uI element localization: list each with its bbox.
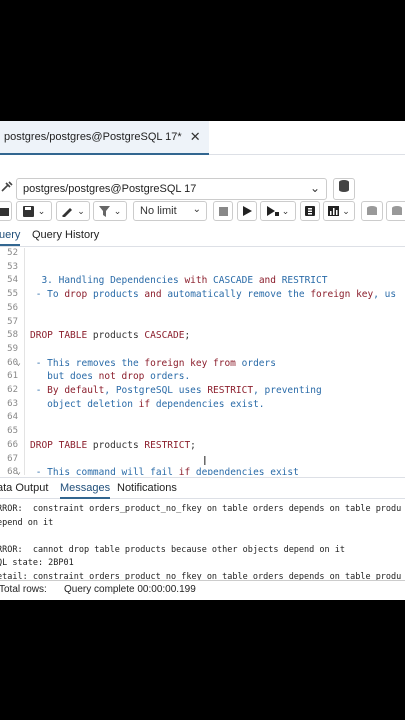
code-text: DROP TABLE products CASCADE; — [30, 330, 191, 342]
code-text: 3. Handling Dependencies with CASCADE an… — [30, 275, 328, 287]
code-text: object deletion if dependencies exist. — [30, 398, 265, 410]
rollback-icon[interactable] — [386, 201, 405, 221]
stop-icon[interactable] — [213, 201, 233, 221]
connection-bar: postgres/postgres@PostgreSQL 17 ⌄ — [0, 175, 405, 201]
code-line: 60 ⌄ - This removes the foreign key from … — [0, 358, 405, 372]
code-line: 59 — [0, 344, 405, 358]
query-toolbar: ⌄ ⌄ ⌄ No limit ⌄ ⌄ ⌄ — [0, 201, 405, 223]
filter-icon[interactable]: ⌄ — [93, 201, 127, 221]
total-rows-label: Total rows: — [0, 584, 47, 595]
code-text: - To drop products and automatically rem… — [30, 289, 397, 301]
code-text: DROP TABLE products RESTRICT; — [30, 439, 196, 451]
save-button[interactable]: ⌄ — [16, 201, 52, 221]
line-number: 67 — [7, 453, 18, 464]
query-tab-title: postgres/postgres@PostgreSQL 17* — [4, 131, 182, 143]
line-number: 56 — [7, 302, 18, 313]
line-number: 59 — [7, 343, 18, 354]
commit-icon[interactable] — [361, 201, 383, 221]
code-line: 56 — [0, 303, 405, 317]
line-number: 64 — [7, 412, 18, 423]
chart-icon[interactable]: ⌄ — [323, 201, 355, 221]
line-number: 58 — [7, 330, 18, 341]
message-line: RROR: cannot drop table products because… — [0, 544, 345, 555]
line-number: 54 — [7, 275, 18, 286]
messages-panel: RROR: constraint orders_product_no_fkey … — [0, 500, 405, 580]
code-text: - By default, PostgreSQL uses RESTRICT, … — [30, 385, 322, 396]
code-text: but does not drop orders. — [30, 371, 191, 383]
code-line: 53 — [0, 262, 405, 276]
line-number: 61 — [7, 371, 18, 382]
sql-editor[interactable]: I 52 53 54 3. Handling Dependencies with C… — [0, 248, 405, 475]
execute-icon[interactable] — [237, 201, 257, 221]
tab-query[interactable]: uery — [0, 229, 21, 246]
code-line: 54 3. Handling Dependencies with CASCADE… — [0, 275, 405, 289]
close-icon[interactable]: ✕ — [190, 129, 201, 145]
result-tabs: ata Output Messages Notifications — [0, 477, 405, 499]
database-icon[interactable] — [333, 178, 355, 200]
connection-value: postgres/postgres@PostgreSQL 17 — [23, 183, 197, 195]
fold-chevron-icon[interactable]: ⌄ — [16, 467, 21, 475]
line-number: 55 — [7, 289, 18, 300]
code-line: 67 — [0, 454, 405, 468]
code-line: 62 - By default, PostgreSQL uses RESTRIC… — [0, 385, 405, 399]
code-line: 66 DROP TABLE products RESTRICT; — [0, 440, 405, 454]
connection-icon[interactable] — [0, 179, 14, 195]
edit-icon[interactable]: ⌄ — [56, 201, 90, 221]
line-number: 52 — [7, 248, 18, 258]
line-number: 62 — [7, 385, 18, 395]
tab-query-history[interactable]: Query History — [32, 229, 99, 241]
fold-chevron-icon[interactable]: ⌄ — [16, 358, 21, 367]
explain-analyze-icon[interactable] — [300, 201, 320, 221]
code-line: 64 — [0, 412, 405, 426]
code-line: 58 DROP TABLE products CASCADE; — [0, 330, 405, 344]
code-line: 61 but does not drop orders. — [0, 371, 405, 385]
chevron-down-icon: ⌄ — [192, 204, 201, 215]
connection-select[interactable]: postgres/postgres@PostgreSQL 17 ⌄ — [16, 178, 327, 200]
message-line: epend on it — [0, 517, 54, 528]
open-file-icon[interactable] — [0, 201, 12, 221]
chevron-down-icon: ⌄ — [309, 181, 320, 195]
code-line: 63 object deletion if dependencies exist… — [0, 399, 405, 413]
code-text: - This removes the foreign key from orde… — [30, 357, 276, 369]
code-text: - This command will fail if dependencies… — [30, 467, 299, 475]
code-line: 55 - To drop products and automatically … — [0, 289, 405, 303]
limit-value: No limit — [140, 205, 177, 217]
line-number: 66 — [7, 439, 18, 450]
line-number: 57 — [7, 316, 18, 327]
query-status: Query complete 00:00:00.199 — [64, 584, 196, 595]
query-tabs: uery Query History — [0, 225, 405, 247]
query-tab[interactable]: postgres/postgres@PostgreSQL 17* ✕ — [0, 121, 209, 155]
message-line: QL state: 2BP01 — [0, 558, 74, 568]
tab-notifications[interactable]: Notifications — [117, 482, 177, 494]
status-bar: Total rows: Query complete 00:00:00.199 — [0, 580, 405, 600]
explain-icon[interactable]: ⌄ — [260, 201, 296, 221]
message-line: etail: constraint orders_product_no_fkey… — [0, 571, 402, 581]
line-number: 63 — [7, 398, 18, 409]
tab-bar: postgres/postgres@PostgreSQL 17* ✕ — [0, 121, 405, 155]
pgadmin-query-tool: postgres/postgres@PostgreSQL 17* ✕ postg… — [0, 121, 405, 600]
tab-data-output[interactable]: ata Output — [0, 482, 48, 494]
limit-select[interactable]: No limit ⌄ — [133, 201, 207, 221]
code-line: 65 — [0, 426, 405, 440]
code-line: 57 — [0, 317, 405, 331]
tab-messages[interactable]: Messages — [60, 482, 111, 499]
line-number: 65 — [7, 426, 18, 437]
message-line: RROR: constraint orders_product_no_fkey … — [0, 504, 402, 514]
line-number: 53 — [7, 261, 18, 272]
code-line: 52 — [0, 248, 405, 262]
code-line: 68 ⌄ - This command will fail if dependen… — [0, 467, 405, 475]
